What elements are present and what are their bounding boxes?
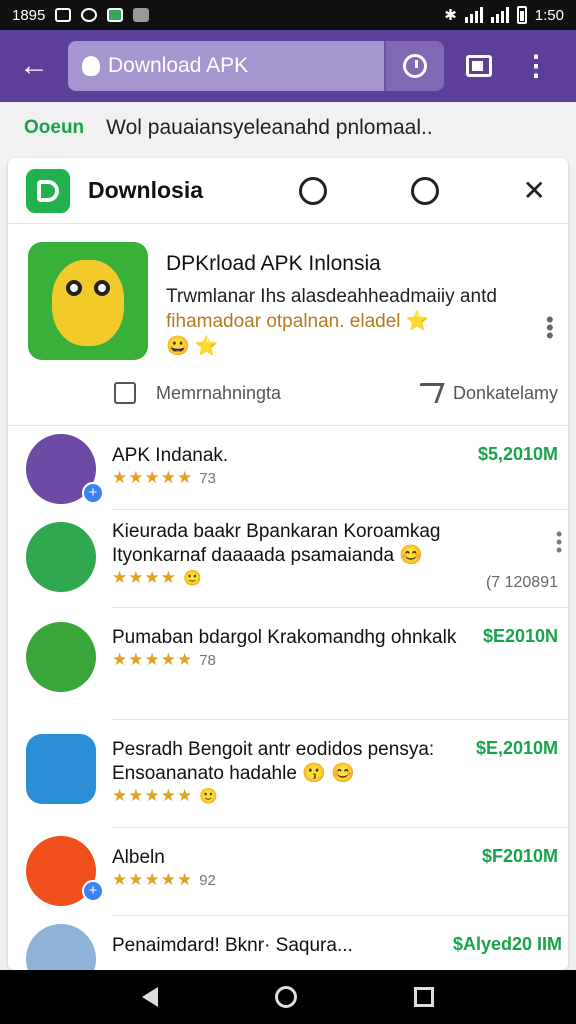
app-list: + APK Indanak. ★★★★★ 73 $5,2010M Kieurada… bbox=[8, 426, 568, 994]
like-label[interactable]: Memrnahningta bbox=[156, 383, 281, 404]
back-button[interactable]: ← bbox=[14, 46, 54, 86]
thumbs-up-icon[interactable] bbox=[114, 382, 136, 404]
bluetooth-icon: ✱ bbox=[444, 7, 457, 24]
search-icon[interactable] bbox=[410, 176, 439, 205]
app-avatar bbox=[26, 522, 96, 592]
timer-icon bbox=[403, 54, 427, 78]
app-price: $F2010M bbox=[481, 846, 558, 866]
plus-icon: + bbox=[82, 482, 104, 504]
featured-actions: Memrnahningta Donkatelamy bbox=[114, 382, 558, 404]
featured-title: DPKrload APK Inlonsia bbox=[166, 252, 381, 275]
close-icon[interactable]: ✕ bbox=[523, 174, 546, 207]
plus-icon: + bbox=[82, 880, 104, 902]
status-time-right: 1:50 bbox=[534, 6, 564, 24]
app-price: $E2010N bbox=[482, 626, 558, 646]
brand-label: Ooeun bbox=[24, 117, 85, 138]
status-bar: 1895 ✱ 1:50 bbox=[0, 0, 576, 30]
rating-stars: ★★★★★ 🙂 bbox=[112, 786, 218, 805]
list-item[interactable]: + Albeln ★★★★★ 92 $F2010M bbox=[26, 828, 568, 916]
list-item[interactable]: Kieurada baakr Bpankaran Koroamkag Ityon… bbox=[26, 510, 568, 608]
list-item[interactable]: Penaimdard! Bknr· Saqura... $Alyed20 IIM bbox=[26, 916, 568, 994]
share-label[interactable]: Donkatelamy bbox=[453, 383, 558, 404]
search-engine-icon bbox=[82, 56, 100, 76]
search-input[interactable]: Download APK bbox=[68, 41, 386, 91]
message-icon bbox=[55, 8, 72, 22]
more-vert-icon[interactable]: • • • bbox=[556, 525, 562, 559]
list-item[interactable]: + APK Indanak. ★★★★★ 73 $5,2010M bbox=[26, 426, 568, 510]
download-count: (7 120891 bbox=[485, 574, 558, 591]
featured-app-image bbox=[28, 242, 148, 360]
sync-icon bbox=[81, 8, 98, 22]
featured-emoji: 😀 ⭐ bbox=[166, 336, 219, 357]
timer-button[interactable] bbox=[386, 41, 444, 91]
card-header: Downlosia ✕ bbox=[8, 158, 568, 224]
tabs-icon[interactable] bbox=[466, 55, 492, 77]
signal-icon bbox=[464, 7, 483, 23]
app-price: $Alyed20 IIM bbox=[452, 934, 562, 954]
featured-menu-icon[interactable]: • • • bbox=[546, 309, 554, 347]
info-line: Ooeun Wol pauaiansyeleanahd pnlomaal.. bbox=[24, 116, 433, 140]
list-item[interactable]: Pesradh Bengoit antr eodidos pensya: Ens… bbox=[26, 720, 568, 828]
nav-back-icon[interactable] bbox=[142, 987, 159, 1007]
app-price: $E,2010M bbox=[475, 738, 558, 758]
refresh-icon[interactable] bbox=[298, 176, 327, 205]
status-time-left: 1895 bbox=[12, 6, 46, 24]
image-icon bbox=[107, 8, 124, 22]
app-avatar bbox=[26, 734, 96, 804]
list-item[interactable]: Pumaban bdargol Krakomandhg ohnkalk ★★★★… bbox=[26, 608, 568, 720]
nav-recent-icon[interactable] bbox=[413, 987, 434, 1007]
rating-stars: ★★★★★ 92 bbox=[112, 870, 216, 889]
app-name: Kieurada baakr Bpankaran Koroamkag Ityon… bbox=[112, 521, 441, 566]
app-price: $5,2010M bbox=[477, 444, 558, 464]
system-nav-bar bbox=[0, 970, 576, 1024]
app-bar: ← Download APK ⋮ bbox=[0, 30, 576, 102]
rating-stars: ★★★★★ 78 bbox=[112, 650, 216, 669]
card-title: Downlosia bbox=[88, 177, 204, 203]
battery-icon bbox=[516, 6, 527, 24]
featured-desc-line1: Trwmlanar Ihs alasdeahheadmaiiy antd bbox=[166, 286, 497, 307]
arrow-left-icon: ← bbox=[19, 49, 49, 82]
results-card: Downlosia ✕ • • • DPKrload APK Inlonsia Tr… bbox=[8, 158, 568, 994]
app-icon bbox=[133, 8, 150, 22]
share-icon[interactable] bbox=[413, 383, 445, 403]
app-avatar bbox=[26, 622, 96, 692]
nav-home-icon[interactable] bbox=[274, 986, 297, 1008]
search-value: Download APK bbox=[108, 54, 249, 77]
featured-desc-line2: fihamadoar otpalnan. eladel ⭐ bbox=[166, 311, 430, 332]
search-box[interactable]: Download APK bbox=[68, 41, 444, 91]
signal2-icon bbox=[490, 7, 509, 23]
rating-stars: ★★★★★ 73 bbox=[112, 468, 216, 487]
info-text: Wol pauaiansyeleanahd pnlomaal.. bbox=[106, 116, 433, 139]
featured-desc: Trwmlanar Ihs alasdeahheadmaiiy antd fih… bbox=[166, 284, 522, 359]
app-logo-icon bbox=[26, 168, 70, 213]
more-vert-icon[interactable]: ⋮ bbox=[522, 52, 550, 80]
